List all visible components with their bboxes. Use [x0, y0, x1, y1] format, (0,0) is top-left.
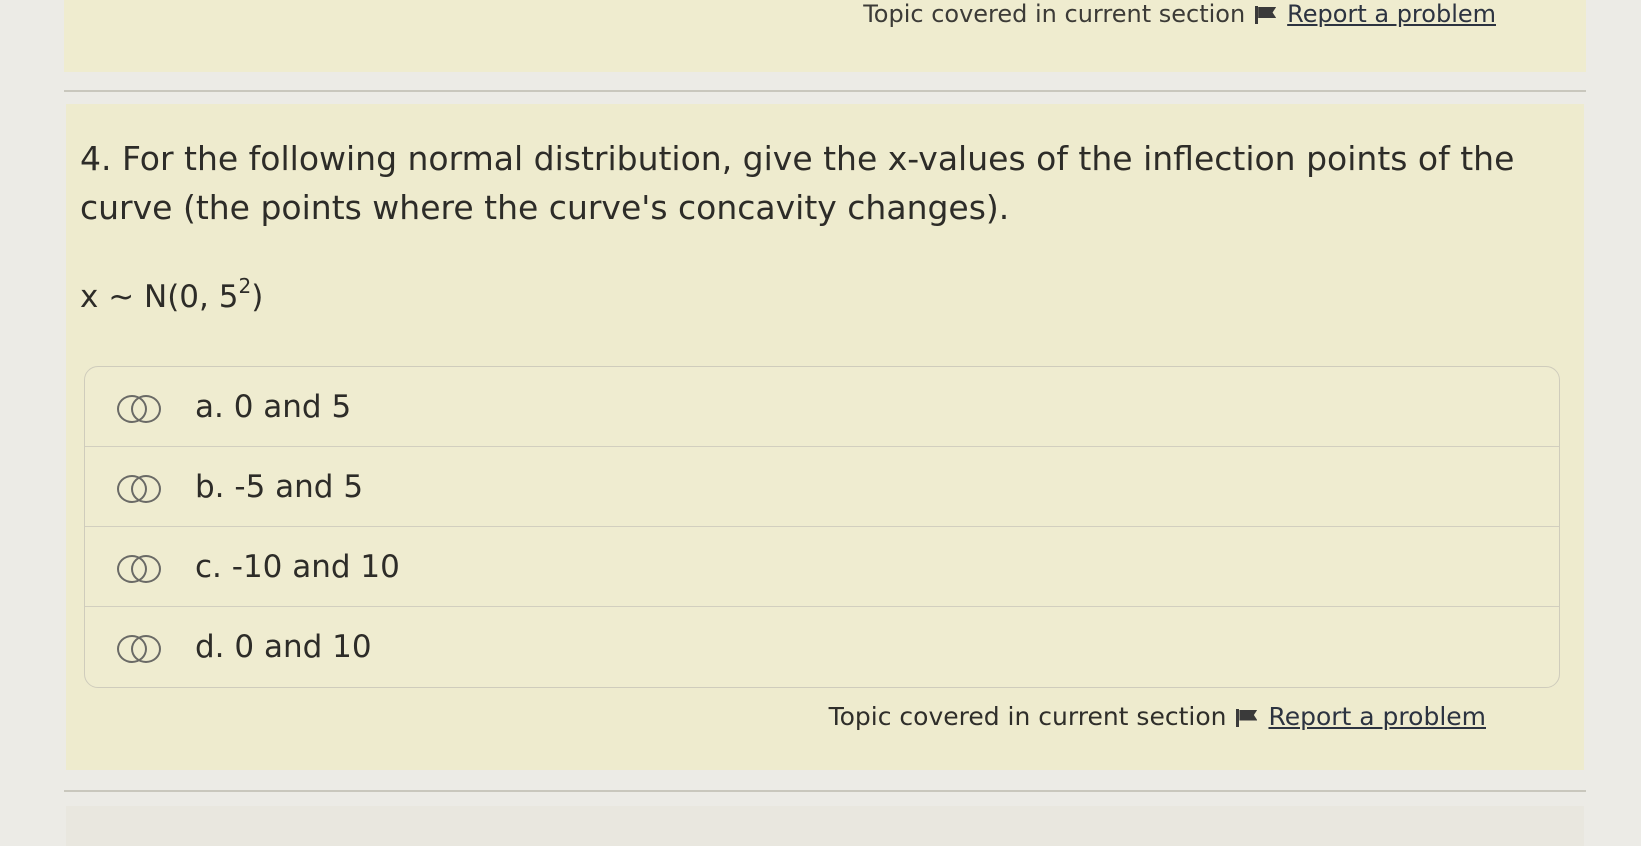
radio-circle-icon[interactable]: [115, 473, 161, 503]
option-label: b. -5 and 5: [195, 468, 364, 505]
question-text: 4. For the following normal distribution…: [80, 139, 1515, 227]
flag-icon: [1255, 6, 1277, 24]
quiz-page: Topic covered in current section Report …: [0, 0, 1641, 846]
radio-circle-icon[interactable]: [115, 553, 161, 583]
option-label: c. -10 and 10: [195, 548, 400, 585]
previous-question-footer: Topic covered in current section Report …: [863, 0, 1496, 28]
option-d[interactable]: d. 0 and 10: [85, 607, 1559, 687]
topic-covered-text: Topic covered in current section: [863, 0, 1246, 28]
radio-circle-icon[interactable]: [115, 633, 161, 663]
report-problem-link[interactable]: Report a problem: [1268, 702, 1486, 731]
formula-base: x ~ N(0, 5: [80, 279, 239, 315]
section-divider: [64, 90, 1586, 92]
report-problem-link[interactable]: Report a problem: [1287, 0, 1496, 28]
next-question-panel: [66, 806, 1584, 846]
distribution-formula: x ~ N(0, 52): [80, 274, 263, 315]
section-divider: [64, 790, 1586, 792]
formula-close: ): [251, 279, 264, 315]
option-a[interactable]: a. 0 and 5: [85, 367, 1559, 447]
option-b[interactable]: b. -5 and 5: [85, 447, 1559, 527]
formula-exponent: 2: [238, 274, 252, 298]
radio-circle-icon[interactable]: [115, 393, 161, 423]
answer-options: a. 0 and 5 b. -5 and 5 c. -10 and 10 d. …: [84, 366, 1560, 688]
question-footer: Topic covered in current section Report …: [829, 702, 1486, 731]
option-label: d. 0 and 10: [195, 629, 372, 665]
topic-covered-text: Topic covered in current section: [828, 702, 1227, 731]
flag-icon: [1236, 708, 1258, 727]
option-c[interactable]: c. -10 and 10: [85, 527, 1559, 607]
previous-question-panel: Topic covered in current section Report …: [64, 0, 1586, 72]
option-label: a. 0 and 5: [195, 388, 352, 425]
question-panel: 4. For the following normal distribution…: [66, 104, 1584, 770]
